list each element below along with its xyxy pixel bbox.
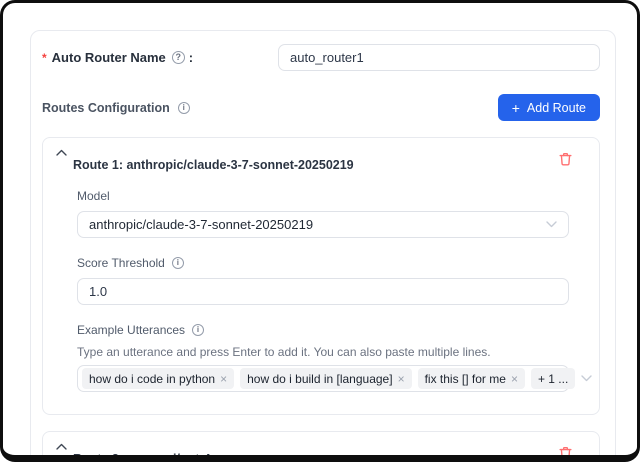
overflow-tag[interactable]: + 1 ... <box>531 368 575 389</box>
score-threshold-input[interactable] <box>77 278 569 305</box>
routes-configuration-row: Routes Configuration i + Add Route <box>42 94 600 121</box>
window-frame: * Auto Router Name ? : Routes Configurat… <box>0 0 640 462</box>
plus-icon: + <box>512 101 520 115</box>
label-colon: : <box>189 50 193 65</box>
info-icon[interactable]: i <box>178 102 190 114</box>
model-label-text: Model <box>77 189 110 203</box>
delete-route-2-button[interactable] <box>558 445 573 461</box>
route-card-1: Route 1: anthropic/claude-3-7-sonnet-202… <box>42 137 600 415</box>
help-icon[interactable]: ? <box>172 51 185 64</box>
route-2-title: Route 2: azure_ai/gpt-4o <box>73 452 218 462</box>
trash-icon <box>558 445 573 461</box>
chevron-up-icon[interactable] <box>56 149 67 156</box>
close-icon[interactable]: × <box>220 373 227 385</box>
model-select-value: anthropic/claude-3-7-sonnet-20250219 <box>89 217 313 232</box>
routes-configuration-label: Routes Configuration i <box>42 101 190 115</box>
chevron-up-icon[interactable] <box>56 443 67 450</box>
route-1-title: Route 1: anthropic/claude-3-7-sonnet-202… <box>73 158 354 172</box>
utterance-tag: fix this [] for me × <box>418 368 525 389</box>
auto-router-form-panel: * Auto Router Name ? : Routes Configurat… <box>30 30 616 462</box>
overflow-tag-text: + 1 ... <box>538 372 568 386</box>
info-icon[interactable]: i <box>172 257 184 269</box>
chevron-down-icon <box>546 221 557 228</box>
route-1-body: Model anthropic/claude-3-7-sonnet-202502… <box>43 176 599 414</box>
required-asterisk: * <box>42 51 47 65</box>
chevron-down-icon <box>581 375 592 382</box>
trash-icon <box>558 151 573 167</box>
auto-router-name-label-text: Auto Router Name <box>52 50 166 65</box>
model-label: Model <box>77 189 110 203</box>
delete-route-1-button[interactable] <box>558 151 573 167</box>
score-threshold-label-text: Score Threshold <box>77 256 165 270</box>
auto-router-name-input[interactable] <box>278 44 600 71</box>
utterance-tag-text: fix this [] for me <box>425 372 506 386</box>
utterance-tag: how do i build in [language] × <box>240 368 411 389</box>
close-icon[interactable]: × <box>511 373 518 385</box>
add-route-label: Add Route <box>527 101 586 115</box>
example-utterances-label-text: Example Utterances <box>77 323 185 337</box>
auto-router-name-row: * Auto Router Name ? : <box>42 44 600 71</box>
score-threshold-label: Score Threshold i <box>77 256 184 270</box>
route-2-header[interactable]: Route 2: azure_ai/gpt-4o <box>43 432 599 462</box>
utterances-tags-input[interactable]: how do i code in python × how do i build… <box>77 365 569 392</box>
add-route-button[interactable]: + Add Route <box>498 94 600 121</box>
auto-router-name-label: * Auto Router Name ? : <box>42 50 193 65</box>
info-icon[interactable]: i <box>192 324 204 336</box>
utterance-tag: how do i code in python × <box>82 368 234 389</box>
routes-configuration-label-text: Routes Configuration <box>42 101 170 115</box>
utterance-tag-text: how do i code in python <box>89 372 215 386</box>
utterance-tag-text: how do i build in [language] <box>247 372 392 386</box>
close-icon[interactable]: × <box>398 373 405 385</box>
utterances-help-text: Type an utterance and press Enter to add… <box>77 345 569 359</box>
route-1-header[interactable]: Route 1: anthropic/claude-3-7-sonnet-202… <box>43 138 599 176</box>
model-select[interactable]: anthropic/claude-3-7-sonnet-20250219 <box>77 211 569 238</box>
route-card-2: Route 2: azure_ai/gpt-4o <box>42 431 600 462</box>
example-utterances-label: Example Utterances i <box>77 323 204 337</box>
